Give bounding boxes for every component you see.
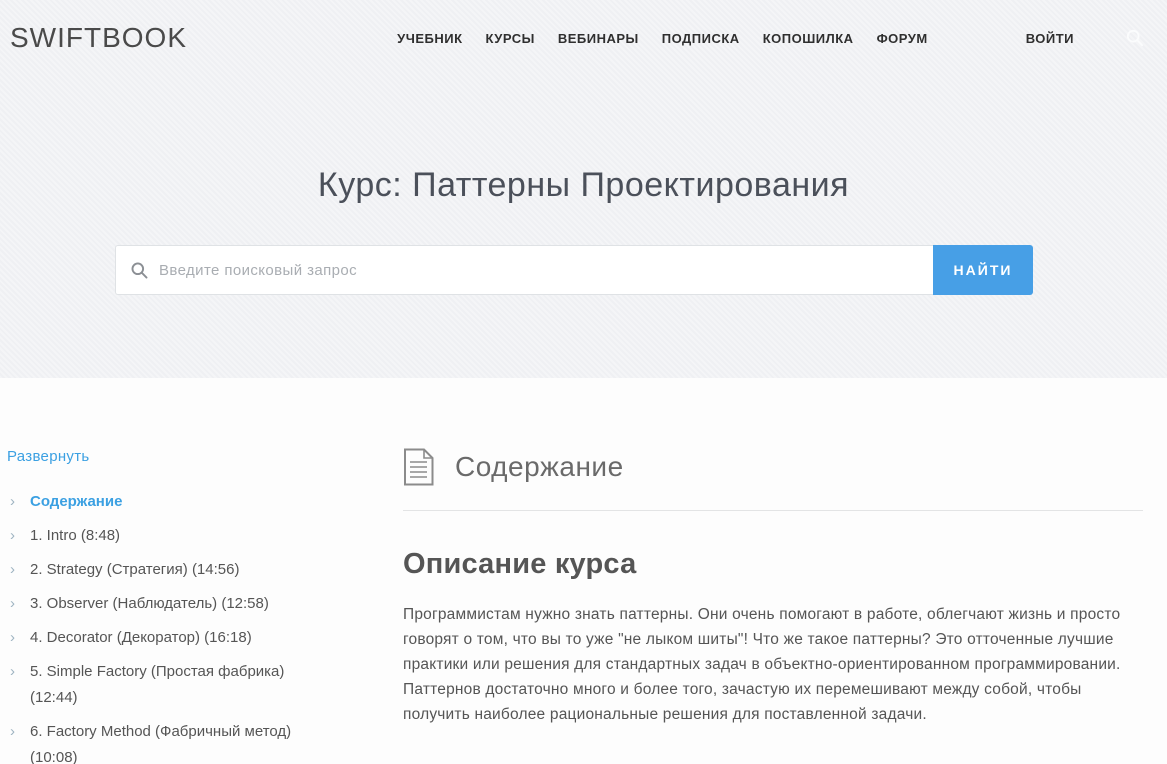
toc-item-intro[interactable]: › 1. Intro (8:48)	[7, 523, 373, 549]
nav-item-koposhilka[interactable]: КОПОШИЛКА	[763, 31, 854, 46]
chevron-right-icon: ›	[7, 659, 30, 711]
search-submit-button[interactable]: НАЙТИ	[933, 245, 1033, 295]
nav-item-forum[interactable]: ФОРУМ	[877, 31, 928, 46]
search-input[interactable]	[149, 246, 933, 294]
search-field-wrap	[115, 245, 933, 295]
toc-item-strategy[interactable]: › 2. Strategy (Стратегия) (14:56)	[7, 557, 373, 583]
nav-item-uchebnik[interactable]: УЧЕБНИК	[397, 31, 462, 46]
course-sidebar: Развернуть › Содержание › 1. Intro (8:48…	[0, 378, 403, 764]
content-area: Развернуть › Содержание › 1. Intro (8:48…	[0, 378, 1167, 764]
toc-item-soderzhanie[interactable]: › Содержание	[7, 489, 373, 515]
chevron-right-icon: ›	[7, 625, 30, 651]
lesson-main: Содержание Описание курса Программистам …	[403, 378, 1167, 764]
chevron-right-icon: ›	[7, 523, 30, 549]
toc-item-label[interactable]: 6. Factory Method (Фабричный метод) (10:…	[30, 719, 373, 764]
toc-item-label[interactable]: 1. Intro (8:48)	[30, 523, 160, 549]
main-nav: УЧЕБНИК КУРСЫ ВЕБИНАРЫ ПОДПИСКА КОПОШИЛК…	[397, 28, 1145, 48]
search-input-icon	[130, 261, 149, 280]
top-area: SWIFTBOOK УЧЕБНИК КУРСЫ ВЕБИНАРЫ ПОДПИСК…	[0, 0, 1167, 378]
site-logo[interactable]: SWIFTBOOK	[10, 22, 187, 54]
nav-item-vebinary[interactable]: ВЕБИНАРЫ	[558, 31, 639, 46]
section-title: Содержание	[455, 451, 624, 483]
toc-item-label[interactable]: 3. Observer (Наблюдатель) (12:58)	[30, 591, 309, 617]
course-search-bar: НАЙТИ	[115, 245, 1033, 295]
course-toc: › Содержание › 1. Intro (8:48) › 2. Stra…	[7, 489, 373, 764]
toc-item-factory-method[interactable]: › 6. Factory Method (Фабричный метод) (1…	[7, 719, 373, 764]
login-button[interactable]: ВОЙТИ	[1026, 31, 1074, 46]
search-icon[interactable]	[1125, 28, 1145, 48]
page-title: Курс: Паттерны Проектирования	[0, 76, 1167, 205]
toc-item-simple-factory[interactable]: › 5. Simple Factory (Простая фабрика) (1…	[7, 659, 373, 711]
chevron-right-icon: ›	[7, 719, 30, 764]
description-text: Программистам нужно знать паттерны. Они …	[403, 602, 1125, 727]
toc-item-label[interactable]: 5. Simple Factory (Простая фабрика) (12:…	[30, 659, 373, 711]
toc-item-decorator[interactable]: › 4. Decorator (Декоратор) (16:18)	[7, 625, 373, 651]
toc-item-observer[interactable]: › 3. Observer (Наблюдатель) (12:58)	[7, 591, 373, 617]
chevron-right-icon: ›	[7, 489, 30, 515]
nav-item-kursy[interactable]: КУРСЫ	[486, 31, 535, 46]
chevron-right-icon: ›	[7, 591, 30, 617]
toc-item-label[interactable]: 4. Decorator (Декоратор) (16:18)	[30, 625, 292, 651]
section-divider	[403, 510, 1143, 511]
hero-section: Курс: Паттерны Проектирования НАЙТИ	[0, 76, 1167, 295]
description-title: Описание курса	[403, 548, 1143, 581]
nav-item-podpiska[interactable]: ПОДПИСКА	[662, 31, 740, 46]
chevron-right-icon: ›	[7, 557, 30, 583]
toc-item-label[interactable]: 2. Strategy (Стратегия) (14:56)	[30, 557, 279, 583]
document-icon	[403, 448, 434, 486]
expand-all-link[interactable]: Развернуть	[7, 448, 90, 465]
toc-item-label[interactable]: Содержание	[30, 489, 162, 515]
section-head: Содержание	[403, 448, 1143, 486]
site-header: SWIFTBOOK УЧЕБНИК КУРСЫ ВЕБИНАРЫ ПОДПИСК…	[0, 0, 1167, 76]
